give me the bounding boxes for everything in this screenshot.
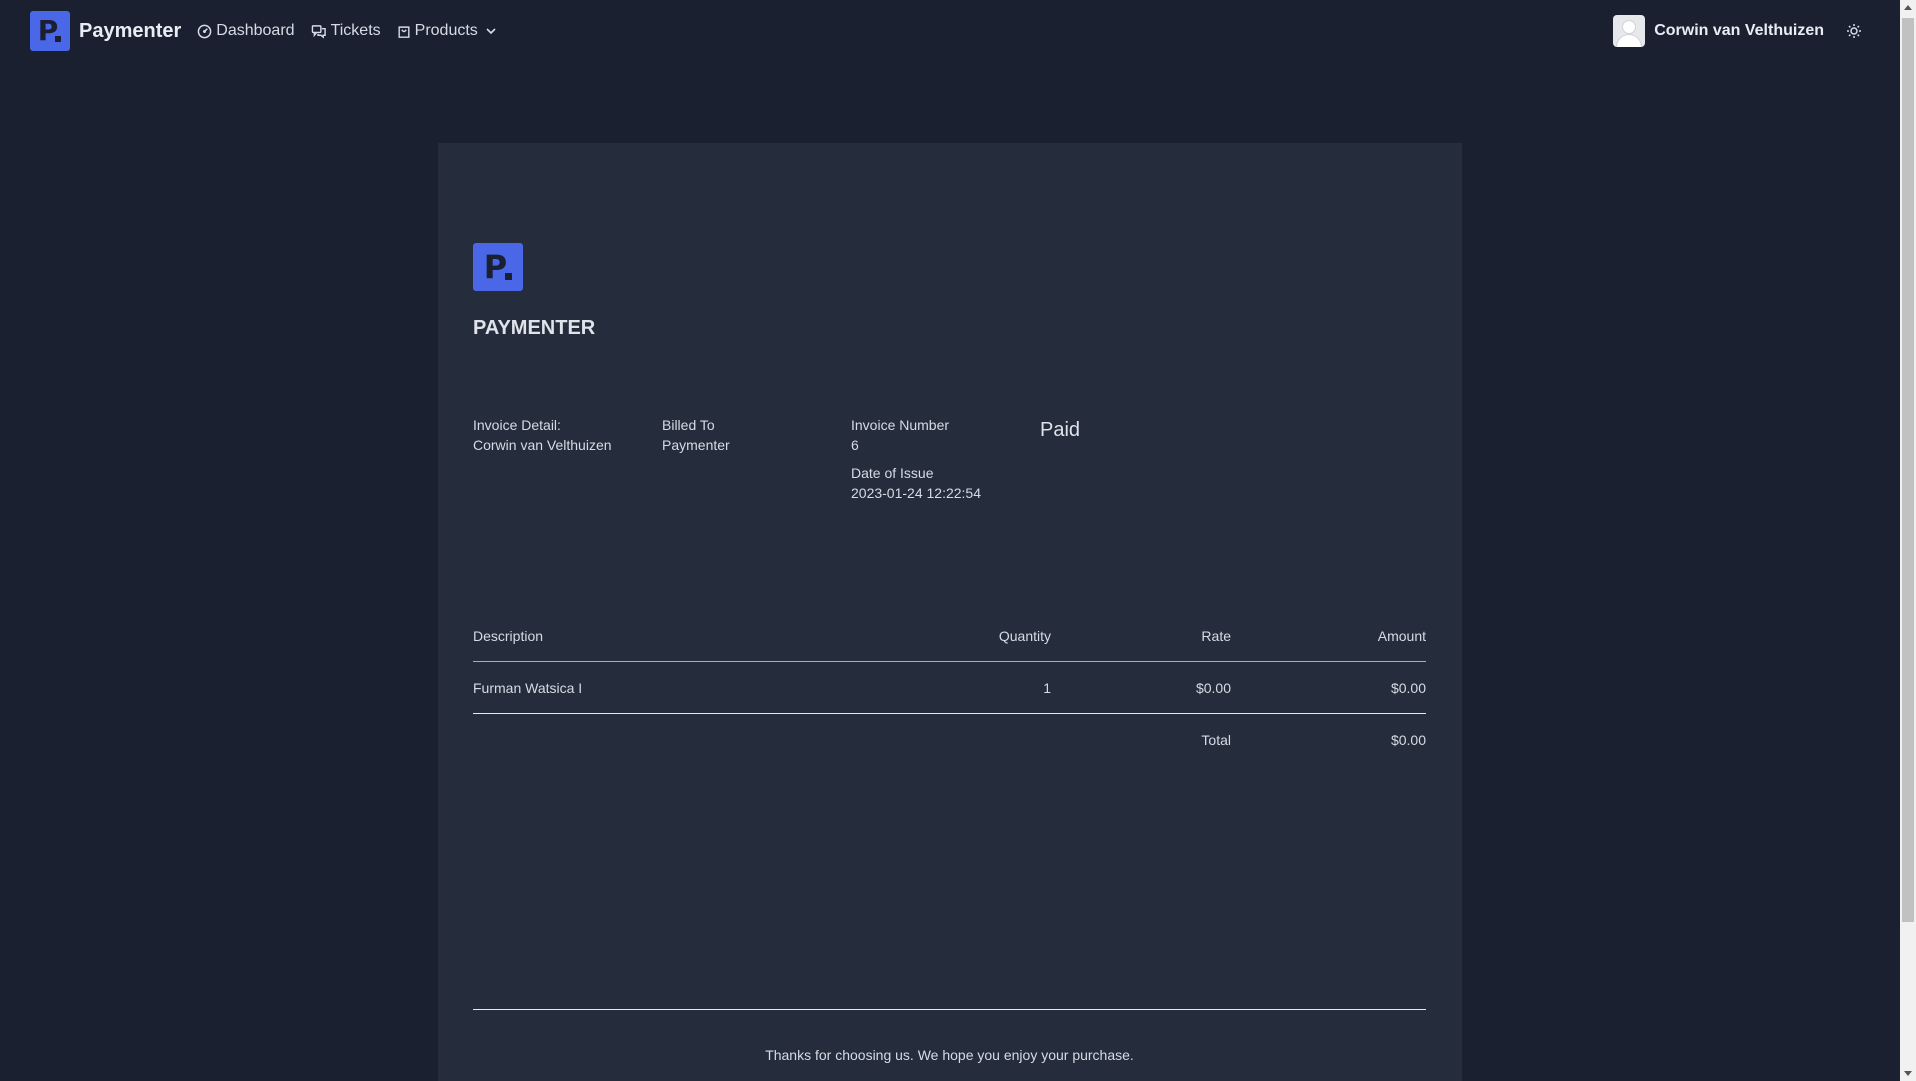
invoice-detail-label: Invoice Detail: bbox=[473, 417, 561, 433]
billed-to-value: Paymenter bbox=[662, 437, 730, 453]
total-row: Total $0.00 bbox=[473, 714, 1426, 766]
tickets-icon bbox=[311, 24, 326, 39]
paymenter-logo: P bbox=[30, 11, 70, 51]
theme-toggle-button[interactable] bbox=[1846, 23, 1862, 39]
nav-link-dashboard[interactable]: Dashboard bbox=[197, 22, 295, 40]
column-header-quantity: Quantity bbox=[973, 611, 1051, 662]
nav-link-tickets-label: Tickets bbox=[330, 22, 381, 39]
table-header-row: Description Quantity Rate Amount bbox=[473, 611, 1426, 662]
invoice-meta-block: Invoice Number 6 Date of Issue 2023-01-2… bbox=[851, 415, 981, 503]
scroll-up-arrow-icon[interactable] bbox=[1904, 5, 1912, 10]
status-badge: Paid bbox=[1040, 419, 1081, 441]
item-rate: $0.00 bbox=[1051, 661, 1231, 714]
brand-name: Paymenter bbox=[79, 19, 182, 42]
invoice-detail-block: Invoice Detail: Corwin van Velthuizen bbox=[473, 415, 612, 455]
invoice-detail-value: Corwin van Velthuizen bbox=[473, 437, 612, 453]
item-quantity: 1 bbox=[973, 661, 1051, 714]
top-navbar: P Paymenter Dashboard Tickets Products C… bbox=[0, 0, 1900, 62]
invoice-number-label: Invoice Number bbox=[851, 417, 950, 433]
billed-to-block: Billed To Paymenter bbox=[662, 415, 730, 455]
nav-links: Dashboard Tickets Products bbox=[197, 22, 517, 40]
products-icon bbox=[398, 25, 410, 38]
avatar bbox=[1613, 15, 1646, 47]
column-header-amount: Amount bbox=[1231, 611, 1426, 662]
item-amount: $0.00 bbox=[1231, 661, 1426, 714]
invoice-company-logo: P bbox=[473, 243, 523, 291]
total-label: Total bbox=[1201, 731, 1231, 748]
billed-to-label: Billed To bbox=[662, 417, 715, 433]
user-menu[interactable]: Corwin van Velthuizen bbox=[1613, 15, 1824, 47]
dashboard-icon bbox=[197, 24, 212, 38]
invoice-number-value: 6 bbox=[851, 437, 859, 453]
sun-icon bbox=[1847, 24, 1861, 38]
table-row: Furman Watsica I 1 $0.00 $0.00 bbox=[473, 661, 1426, 714]
date-of-issue-label: Date of Issue bbox=[851, 465, 934, 481]
total-value: $0.00 bbox=[1390, 731, 1426, 748]
column-header-description: Description bbox=[473, 611, 973, 662]
nav-link-dashboard-label: Dashboard bbox=[216, 22, 295, 39]
brand-home-link[interactable]: P Paymenter bbox=[30, 11, 181, 51]
page-scrollbar[interactable] bbox=[1900, 0, 1916, 1081]
footer-divider bbox=[473, 1009, 1426, 1010]
chevron-down-icon bbox=[486, 28, 496, 35]
date-of-issue-value: 2023-01-24 12:22:54 bbox=[851, 485, 981, 501]
footer-thanks-text: Thanks for choosing us. We hope you enjo… bbox=[765, 1047, 1134, 1063]
nav-link-products[interactable]: Products bbox=[397, 22, 501, 40]
invoice-card: P PAYMENTER Invoice Detail: Corwin van V… bbox=[438, 143, 1462, 1081]
nav-link-tickets[interactable]: Tickets bbox=[311, 22, 381, 40]
invoice-items-table: Description Quantity Rate Amount Furman … bbox=[473, 611, 1426, 765]
item-description: Furman Watsica I bbox=[473, 661, 973, 714]
user-name: Corwin van Velthuizen bbox=[1654, 22, 1824, 39]
scroll-down-arrow-icon[interactable] bbox=[1904, 1071, 1912, 1076]
nav-link-products-label: Products bbox=[414, 22, 478, 39]
nav-right: Corwin van Velthuizen bbox=[1613, 0, 1900, 62]
scrollbar-thumb[interactable] bbox=[1902, 18, 1914, 922]
invoice-company-name: PAYMENTER bbox=[473, 317, 596, 339]
column-header-rate: Rate bbox=[1051, 611, 1231, 662]
